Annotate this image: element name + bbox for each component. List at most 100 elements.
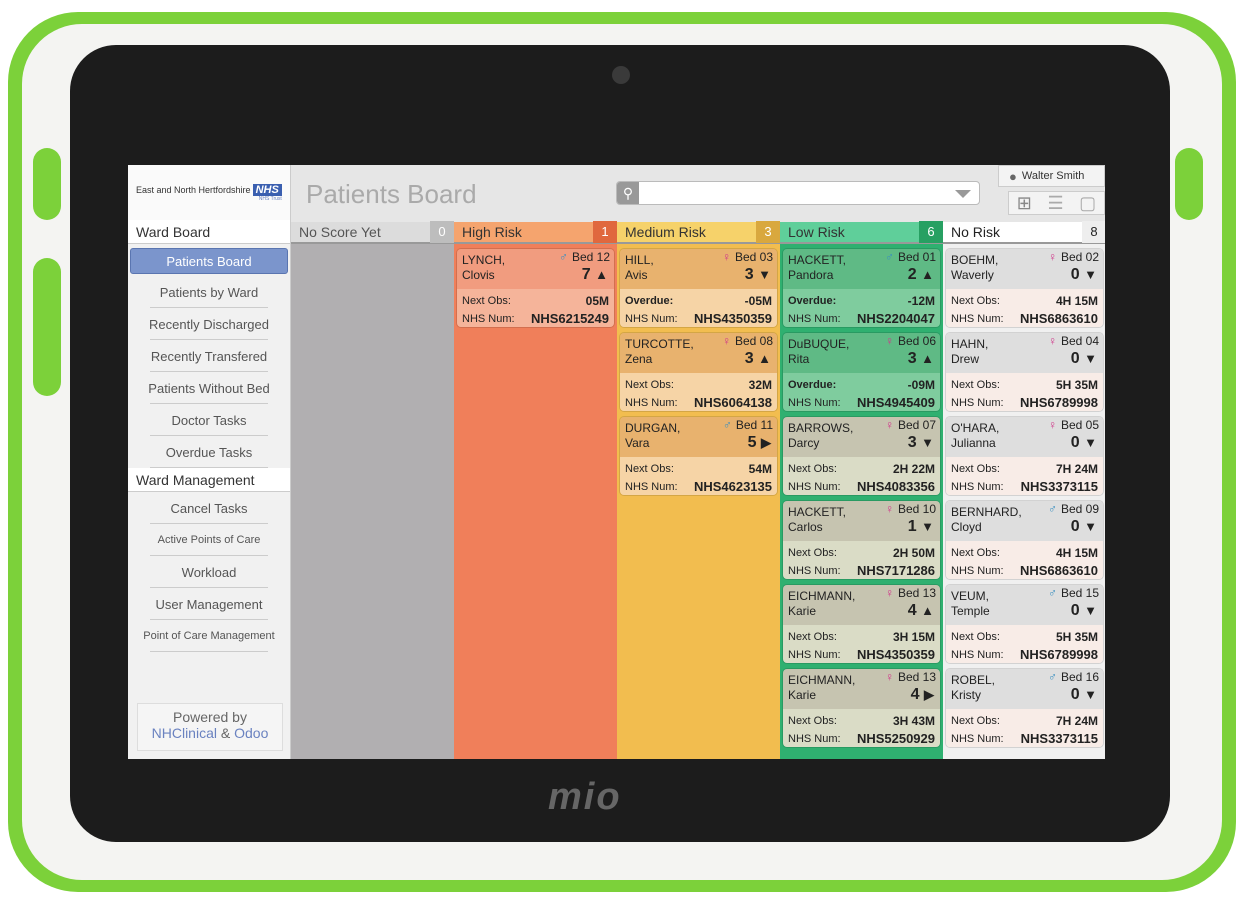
list-view-icon[interactable]: ☰ xyxy=(1047,193,1063,214)
nhs-number: NHS6064138 xyxy=(693,395,772,410)
female-icon: ♀ xyxy=(884,418,894,432)
bed-number: Bed 02 xyxy=(1060,250,1099,264)
patient-card[interactable]: BOEHM, Waverly ♀ Bed 02 0 ▼ Next Obs: 4H 15… xyxy=(945,248,1104,328)
column-title: Low Risk xyxy=(788,224,845,240)
sidebar-item-point-of-care-management[interactable]: Point of Care Management xyxy=(128,620,290,652)
obs-label: Next Obs: xyxy=(788,715,837,727)
nhs-number: NHS3373115 xyxy=(1020,731,1098,746)
nhs-number: NHS4350359 xyxy=(693,311,772,326)
patient-card[interactable]: O'HARA, Julianna ♀ Bed 05 0 ▼ Next Obs: 7H … xyxy=(945,416,1104,496)
obs-label: Next Obs: xyxy=(788,631,837,643)
patient-card[interactable]: DuBUQUE, Rita ♀ Bed 06 3 ▲ Overdue: -09M NH… xyxy=(782,332,941,412)
patient-card[interactable]: LYNCH, Clovis ♂ Bed 12 7 ▲ Next Obs: 05M NH… xyxy=(456,248,615,328)
female-icon: ♀ xyxy=(884,670,894,684)
trend-down-icon: ▼ xyxy=(758,267,771,282)
female-icon: ♀ xyxy=(1047,334,1057,348)
chevron-down-icon[interactable] xyxy=(955,190,971,198)
female-icon: ♀ xyxy=(884,334,894,348)
trend-same-icon: ▶ xyxy=(761,435,771,450)
sidebar-item-active-points-of-care[interactable]: Active Points of Care xyxy=(128,524,290,556)
nhs-number: NHS4945409 xyxy=(856,395,935,410)
nhs-num-label: NHS Num: xyxy=(462,313,515,325)
obs-time: 54M xyxy=(748,462,772,476)
obs-time: 32M xyxy=(748,378,772,392)
odoo-link[interactable]: Odoo xyxy=(234,725,268,741)
patient-card[interactable]: BARROWS, Darcy ♀ Bed 07 3 ▼ Next Obs: 2H 22… xyxy=(782,416,941,496)
obs-label: Next Obs: xyxy=(951,463,1000,475)
score: 5 xyxy=(747,434,757,451)
obs-label: Next Obs: xyxy=(625,379,674,391)
bed-number: Bed 04 xyxy=(1060,334,1099,348)
patient-card[interactable]: EICHMANN, Karie ♀ Bed 13 4 ▲ Next Obs: 3H 1… xyxy=(782,584,941,664)
patient-card[interactable]: ROBEL, Kristy ♂ Bed 16 0 ▼ Next Obs: 7H 24M… xyxy=(945,668,1104,748)
column-header: No Score Yet 0 xyxy=(291,221,454,244)
bed-number: Bed 06 xyxy=(897,334,936,348)
nhs-num-label: NHS Num: xyxy=(788,649,841,661)
obs-time: -09M xyxy=(907,378,935,392)
side-button-bc xyxy=(33,258,61,396)
nhs-number: NHS7171286 xyxy=(856,563,935,578)
nhs-num-label: NHS Num: xyxy=(788,565,841,577)
female-icon: ♀ xyxy=(884,586,894,600)
patient-card[interactable]: DURGAN, Vara ♂ Bed 11 5 ▶ Next Obs: 54M NHS… xyxy=(619,416,778,496)
column-count: 3 xyxy=(756,221,780,243)
sidebar-item-patients-board[interactable]: Patients Board xyxy=(130,248,288,274)
column-title: Medium Risk xyxy=(625,224,706,240)
obs-time: 7H 24M xyxy=(1055,462,1098,476)
patient-card[interactable]: HILL, Avis ♀ Bed 03 3 ▼ Overdue: -05M NHS N… xyxy=(619,248,778,328)
org-sub: NHS Trust xyxy=(258,195,282,202)
trend-up-icon: ▲ xyxy=(921,603,934,618)
camera xyxy=(612,66,630,84)
patient-card[interactable]: VEUM, Temple ♂ Bed 15 0 ▼ Next Obs: 5H 35M … xyxy=(945,584,1104,664)
sidebar-item-recently-transfered[interactable]: Recently Transfered xyxy=(128,340,290,372)
patient-card[interactable]: BERNHARD, Cloyd ♂ Bed 09 0 ▼ Next Obs: 4H 1… xyxy=(945,500,1104,580)
nhclinical-link[interactable]: NHClinical xyxy=(152,725,217,741)
sidebar-item-cancel-tasks[interactable]: Cancel Tasks xyxy=(128,492,290,524)
sidebar-item-patients-by-ward[interactable]: Patients by Ward xyxy=(128,276,290,308)
obs-label: Next Obs: xyxy=(951,715,1000,727)
patient-card[interactable]: EICHMANN, Karie ♀ Bed 13 4 ▶ Next Obs: 3H 4… xyxy=(782,668,941,748)
view-switcher: ⊞ ☰ ▢ xyxy=(1008,191,1105,215)
search-input[interactable]: ⚲ xyxy=(616,181,980,205)
nhs-num-label: NHS Num: xyxy=(951,313,1004,325)
bed-number: Bed 16 xyxy=(1060,670,1099,684)
score: 7 xyxy=(581,266,591,283)
column-header: High Risk 1 xyxy=(454,221,617,244)
column-header: Low Risk 6 xyxy=(780,221,943,244)
score: 0 xyxy=(1070,686,1080,703)
sidebar-item-patients-without-bed[interactable]: Patients Without Bed xyxy=(128,372,290,404)
male-icon: ♂ xyxy=(884,250,894,264)
sidebar: East and North Hertfordshire NHS NHS Trust… xyxy=(128,165,291,759)
sidebar-item-doctor-tasks[interactable]: Doctor Tasks xyxy=(128,404,290,436)
obs-label: Next Obs: xyxy=(951,379,1000,391)
sidebar-item-overdue-tasks[interactable]: Overdue Tasks xyxy=(128,436,290,468)
user-menu[interactable]: ● Walter Smith xyxy=(998,165,1105,187)
obs-label: Next Obs: xyxy=(625,463,674,475)
sidebar-item-workload[interactable]: Workload xyxy=(128,556,290,588)
nhs-num-label: NHS Num: xyxy=(951,733,1004,745)
column-no_score: No Score Yet 0 xyxy=(291,221,454,759)
score: 3 xyxy=(907,434,917,451)
trend-down-icon: ▼ xyxy=(921,435,934,450)
single-view-icon[interactable]: ▢ xyxy=(1079,193,1096,214)
male-icon: ♂ xyxy=(558,250,568,264)
nhs-number: NHS5250929 xyxy=(856,731,935,746)
obs-time: 7H 24M xyxy=(1055,714,1098,728)
patient-card[interactable]: HACKETT, Pandora ♂ Bed 01 2 ▲ Overdue: -12M… xyxy=(782,248,941,328)
female-icon: ♀ xyxy=(1047,418,1057,432)
patient-card[interactable]: HACKETT, Carlos ♀ Bed 10 1 ▼ Next Obs: 2H 5… xyxy=(782,500,941,580)
column-count: 6 xyxy=(919,221,943,243)
grid-view-icon[interactable]: ⊞ xyxy=(1017,193,1032,214)
score: 4 xyxy=(910,686,920,703)
trend-down-icon: ▼ xyxy=(921,519,934,534)
obs-time: 5H 35M xyxy=(1055,378,1098,392)
obs-time: 2H 22M xyxy=(892,462,935,476)
patient-card[interactable]: HAHN, Drew ♀ Bed 04 0 ▼ Next Obs: 5H 35M NH… xyxy=(945,332,1104,412)
sidebar-item-recently-discharged[interactable]: Recently Discharged xyxy=(128,308,290,340)
patient-card[interactable]: TURCOTTE, Zena ♀ Bed 08 3 ▲ Next Obs: 32M N… xyxy=(619,332,778,412)
nhs-number: NHS4083356 xyxy=(856,479,935,494)
female-icon: ♀ xyxy=(721,334,731,348)
app-screen: East and North Hertfordshire NHS NHS Trust… xyxy=(128,165,1105,759)
sidebar-item-user-management[interactable]: User Management xyxy=(128,588,290,620)
nhs-number: NHS6789998 xyxy=(1019,647,1098,662)
